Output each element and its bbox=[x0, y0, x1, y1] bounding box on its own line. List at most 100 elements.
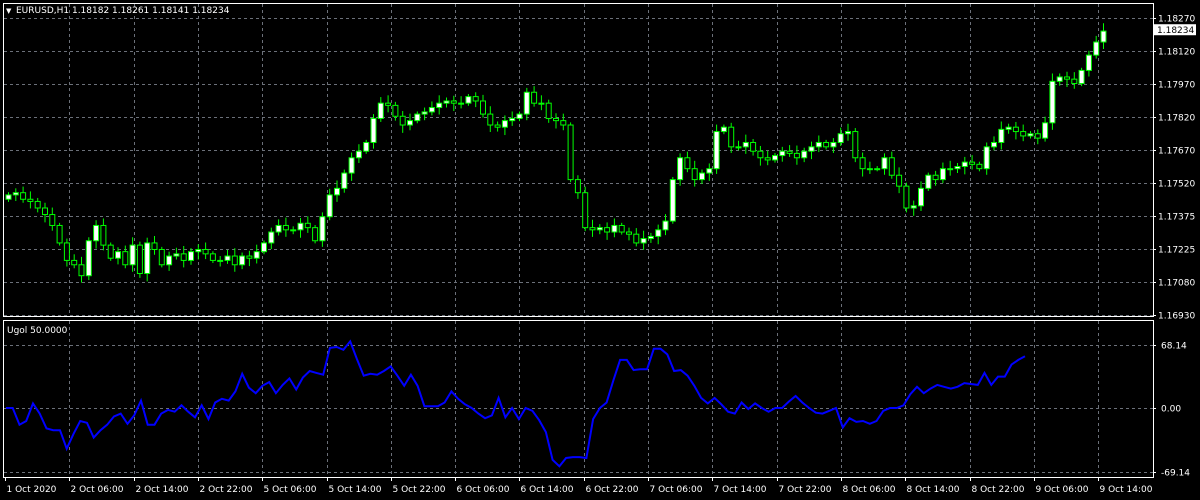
price-tick-label: 1.16930 bbox=[1158, 312, 1195, 322]
candle bbox=[253, 244, 260, 264]
time-tick-label: 8 Oct 06:00 bbox=[843, 485, 896, 495]
candle bbox=[618, 222, 625, 235]
candle bbox=[494, 121, 501, 132]
indicator-tick-label: -69.14 bbox=[1161, 469, 1190, 479]
candle bbox=[56, 222, 63, 246]
price-axis[interactable]: 1.18270 1.18120 1.17970 1.17820 1.17670 1.175… bbox=[1153, 15, 1195, 322]
candle bbox=[472, 92, 479, 108]
candle bbox=[1034, 129, 1041, 145]
grid-lines bbox=[4, 4, 1153, 477]
candle bbox=[647, 232, 654, 243]
candle bbox=[443, 97, 450, 108]
indicator-tick-label: 68.14 bbox=[1161, 342, 1187, 352]
candle bbox=[195, 244, 202, 260]
candle bbox=[582, 186, 589, 232]
candle bbox=[983, 142, 990, 175]
candle bbox=[501, 115, 508, 136]
candle bbox=[531, 86, 538, 107]
candle bbox=[604, 222, 611, 240]
candle bbox=[1049, 73, 1056, 130]
candle bbox=[282, 217, 289, 237]
candle bbox=[480, 94, 486, 118]
ugol-indicator-series bbox=[6, 339, 1026, 468]
indicator-axis[interactable]: 68.14 0.00 -69.14 bbox=[1153, 342, 1190, 479]
candle bbox=[100, 218, 107, 251]
candle bbox=[596, 224, 603, 235]
candle bbox=[655, 224, 662, 245]
candle bbox=[706, 163, 713, 181]
candle bbox=[458, 96, 465, 109]
candle bbox=[815, 135, 822, 153]
candle bbox=[93, 220, 100, 249]
time-tick-label: 7 Oct 14:00 bbox=[714, 485, 767, 495]
candle bbox=[545, 99, 552, 123]
candle bbox=[487, 106, 494, 132]
candle bbox=[1085, 50, 1092, 77]
candle bbox=[1020, 124, 1027, 142]
candle bbox=[1005, 123, 1012, 134]
candle bbox=[516, 111, 523, 122]
chart-window[interactable]: 1.18270 1.18120 1.17970 1.17820 1.17670 1.175… bbox=[0, 0, 1200, 500]
candle bbox=[713, 124, 720, 174]
indicator-panel-frame bbox=[3, 320, 1154, 478]
price-tick-label: 1.17820 bbox=[1158, 114, 1195, 124]
candle bbox=[224, 249, 231, 264]
candle bbox=[246, 250, 253, 267]
candle bbox=[144, 237, 151, 282]
candle bbox=[633, 228, 640, 247]
candle bbox=[764, 150, 771, 166]
candle bbox=[71, 254, 78, 269]
candle bbox=[553, 113, 559, 129]
candle bbox=[538, 95, 545, 111]
candle bbox=[166, 251, 173, 271]
candle bbox=[27, 191, 34, 209]
time-tick-label: 6 Oct 14:00 bbox=[521, 485, 574, 495]
candle bbox=[188, 248, 194, 265]
time-tick-label: 7 Oct 06:00 bbox=[650, 485, 703, 495]
candle bbox=[699, 169, 705, 184]
candle bbox=[896, 167, 903, 194]
candle bbox=[859, 152, 866, 177]
candle bbox=[392, 101, 399, 121]
candle bbox=[611, 218, 618, 238]
candle bbox=[560, 113, 567, 131]
time-axis[interactable]: 1 Oct 2020 2 Oct 06:00 2 Oct 14:00 2 Oct 22… bbox=[5, 477, 1153, 495]
time-tick-label: 6 Oct 22:00 bbox=[586, 485, 639, 495]
candle bbox=[509, 111, 516, 126]
chart-canvas[interactable]: 1.18270 1.18120 1.17970 1.17820 1.17670 1.175… bbox=[0, 0, 1200, 500]
candle bbox=[107, 242, 114, 261]
price-tick-label: 1.17670 bbox=[1158, 147, 1195, 157]
candle bbox=[5, 192, 12, 202]
candle bbox=[436, 95, 443, 115]
main-panel-frame bbox=[3, 3, 1154, 317]
candle bbox=[750, 138, 757, 156]
candle bbox=[326, 188, 333, 221]
candle bbox=[808, 141, 815, 160]
candle bbox=[355, 144, 362, 164]
symbol-dropdown-icon[interactable]: ▼ bbox=[6, 7, 12, 15]
candle bbox=[414, 111, 421, 124]
candle bbox=[728, 122, 735, 153]
candle bbox=[998, 121, 1005, 150]
candle bbox=[669, 176, 676, 224]
candle bbox=[932, 170, 939, 186]
candle bbox=[947, 160, 954, 176]
candle bbox=[202, 242, 209, 260]
candle bbox=[377, 97, 384, 122]
candle bbox=[852, 128, 859, 163]
candle bbox=[78, 256, 85, 283]
candle bbox=[830, 138, 837, 153]
candle bbox=[34, 197, 41, 213]
candle bbox=[918, 181, 924, 212]
candle bbox=[85, 237, 92, 281]
candle bbox=[63, 238, 70, 267]
candle bbox=[925, 172, 932, 191]
candle bbox=[217, 256, 224, 267]
price-tick-label: 1.17970 bbox=[1158, 81, 1195, 91]
candle bbox=[772, 152, 778, 163]
candle bbox=[385, 95, 392, 113]
candle bbox=[677, 153, 684, 186]
price-tick-label: 1.17375 bbox=[1158, 213, 1195, 223]
candle bbox=[991, 136, 997, 151]
candle bbox=[691, 160, 698, 187]
